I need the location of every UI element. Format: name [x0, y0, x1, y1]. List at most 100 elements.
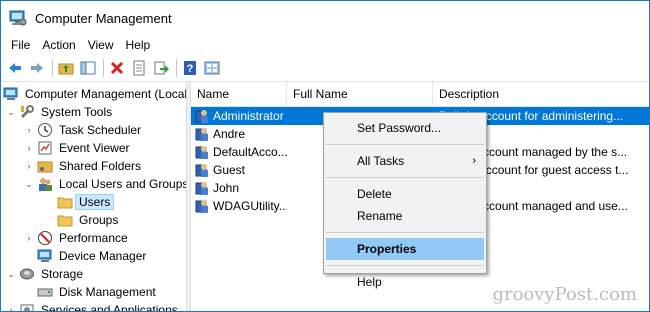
tree-label: Disk Management	[59, 285, 156, 299]
tree-label: Local Users and Groups	[59, 177, 187, 191]
tree-item-performance[interactable]: › Performance	[23, 229, 131, 247]
user-name: Guest	[213, 163, 246, 177]
user-name: Andre	[213, 127, 246, 141]
clock-icon	[37, 122, 53, 138]
chevron-down-icon[interactable]: ⌄	[5, 268, 17, 280]
title-bar[interactable]: Computer Management	[1, 1, 649, 35]
tree-item-shared-folders[interactable]: › Shared Folders	[23, 157, 144, 175]
menu-separator	[326, 177, 484, 178]
menu-item-help[interactable]: Help	[324, 271, 486, 293]
tree-label: Shared Folders	[59, 159, 142, 173]
chevron-right-icon[interactable]: ›	[5, 304, 17, 311]
user-name: Administrator	[213, 109, 284, 123]
menu-action[interactable]: Action	[36, 35, 81, 55]
menu-view[interactable]: View	[82, 35, 120, 55]
toolbar-separator	[52, 59, 53, 77]
tree-label: System Tools	[41, 105, 113, 119]
chevron-down-icon[interactable]: ⌄	[23, 178, 35, 190]
tree-label: Performance	[59, 231, 128, 245]
computer-management-icon	[9, 9, 27, 27]
tree-item-system-tools[interactable]: ⌄ System Tools	[5, 103, 115, 121]
tree-item-groups[interactable]: Groups	[57, 211, 121, 229]
view-icon[interactable]	[202, 58, 222, 78]
tree-label: Users	[74, 194, 115, 210]
cell-name: DefaultAcco...	[191, 144, 287, 160]
chevron-down-icon[interactable]: ⌄	[5, 106, 17, 118]
chevron-right-icon[interactable]: ›	[23, 232, 35, 244]
tree-label: Storage	[41, 267, 84, 281]
show-hide-tree-icon[interactable]	[78, 58, 98, 78]
tree-item-local-users-and-groups[interactable]: ⌄ Local Users and Groups	[23, 175, 187, 193]
cell-name: Guest	[191, 162, 287, 178]
menu-separator	[326, 265, 484, 266]
event-viewer-icon	[37, 140, 53, 156]
menu-help[interactable]: Help	[120, 35, 157, 55]
tree-label: Services and Applications	[41, 303, 178, 311]
user-icon	[195, 162, 211, 178]
menu-bar: File Action View Help	[1, 35, 649, 55]
cell-name: WDAGUtility...	[191, 198, 287, 214]
chevron-right-icon[interactable]: ›	[23, 124, 35, 136]
menu-item-delete[interactable]: Delete	[324, 183, 486, 205]
window-title: Computer Management	[35, 10, 172, 26]
cell-name: Administrator	[191, 108, 287, 124]
menu-separator	[326, 232, 484, 233]
properties-icon[interactable]	[129, 58, 149, 78]
user-icon	[195, 180, 211, 196]
help-icon[interactable]: ?	[180, 58, 200, 78]
user-icon	[195, 198, 211, 214]
tree-item-disk-management[interactable]: Disk Management	[37, 283, 159, 301]
tree-item-task-scheduler[interactable]: › Task Scheduler	[23, 121, 144, 139]
cell-name: Andre	[191, 126, 287, 142]
toolbar-separator	[103, 59, 104, 77]
forward-arrow-icon[interactable]	[27, 58, 47, 78]
menu-item-all-tasks[interactable]: All Tasks ›	[324, 150, 486, 172]
delete-icon[interactable]	[107, 58, 127, 78]
user-name: DefaultAcco...	[213, 145, 287, 159]
list-header: Name Full Name Description	[191, 82, 649, 107]
tree-label: Device Manager	[59, 249, 147, 263]
back-arrow-icon[interactable]	[5, 58, 25, 78]
context-menu: Set Password... All Tasks › Delete Renam…	[323, 112, 487, 289]
users-groups-icon	[37, 176, 53, 192]
chevron-right-icon[interactable]: ›	[23, 160, 35, 172]
menu-separator	[326, 144, 484, 145]
column-header-description[interactable]: Description	[433, 82, 643, 106]
column-header-name[interactable]: Name	[191, 82, 287, 106]
export-icon[interactable]	[151, 58, 171, 78]
user-name: John	[213, 181, 240, 195]
computer-icon	[3, 86, 19, 102]
tree-label: Groups	[79, 213, 119, 227]
tools-icon	[19, 104, 35, 120]
tree-item-device-manager[interactable]: Device Manager	[37, 247, 149, 265]
menu-item-label: All Tasks	[357, 154, 405, 168]
tree-item-storage[interactable]: ⌄ Storage	[5, 265, 86, 283]
tree-label: Event Viewer	[59, 141, 130, 155]
svg-text:?: ?	[187, 63, 194, 75]
user-icon	[195, 144, 211, 160]
column-header-full-name[interactable]: Full Name	[287, 82, 433, 106]
tree-item-event-viewer[interactable]: › Event Viewer	[23, 139, 132, 157]
toolbar-separator	[176, 59, 177, 77]
watermark: groovyPost.com	[492, 284, 637, 305]
menu-file[interactable]: File	[5, 35, 36, 55]
shared-folder-icon	[37, 158, 53, 174]
menu-item-properties[interactable]: Properties	[326, 238, 484, 260]
chevron-right-icon[interactable]: ›	[23, 142, 35, 154]
menu-item-rename[interactable]: Rename	[324, 205, 486, 227]
performance-icon	[37, 230, 53, 246]
up-folder-icon[interactable]	[56, 58, 76, 78]
folder-icon	[57, 194, 73, 210]
console-tree: Computer Management (Local ⌄ System Tool…	[1, 82, 187, 311]
tree-label: Task Scheduler	[59, 123, 142, 137]
tree-item-computer-management[interactable]: Computer Management (Local	[3, 85, 187, 103]
user-name: WDAGUtility...	[213, 199, 287, 213]
submenu-arrow-icon: ›	[472, 155, 476, 167]
tree-item-users[interactable]: Users	[57, 193, 115, 211]
computer-management-window: Computer Management File Action View Hel…	[0, 0, 650, 312]
menu-item-set-password[interactable]: Set Password...	[324, 117, 486, 139]
disk-icon	[37, 284, 53, 300]
tree-item-services-and-applications[interactable]: › Services and Applications	[5, 301, 181, 311]
tree-label: Computer Management (Local	[25, 87, 187, 101]
cell-name: John	[191, 180, 287, 196]
